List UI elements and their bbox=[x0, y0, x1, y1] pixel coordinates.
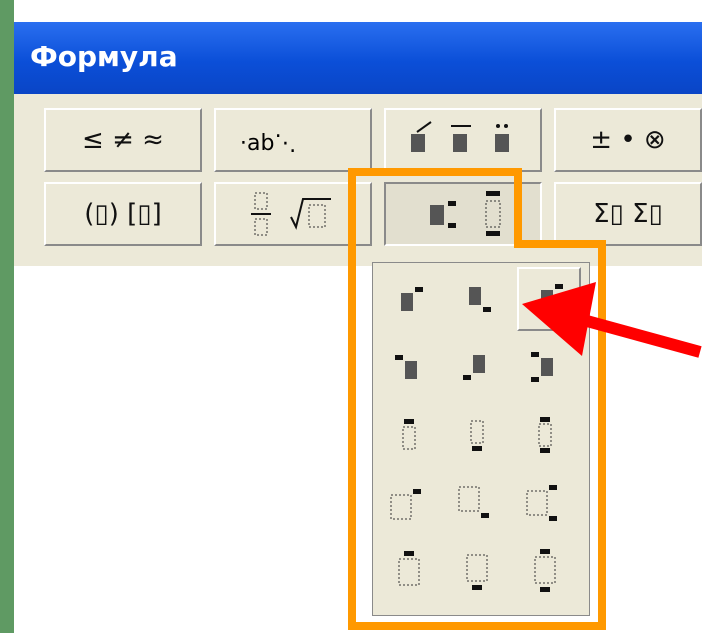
red-arrow-icon bbox=[522, 282, 702, 358]
annotation-overlay bbox=[348, 168, 702, 630]
highlight-outline bbox=[348, 168, 606, 630]
